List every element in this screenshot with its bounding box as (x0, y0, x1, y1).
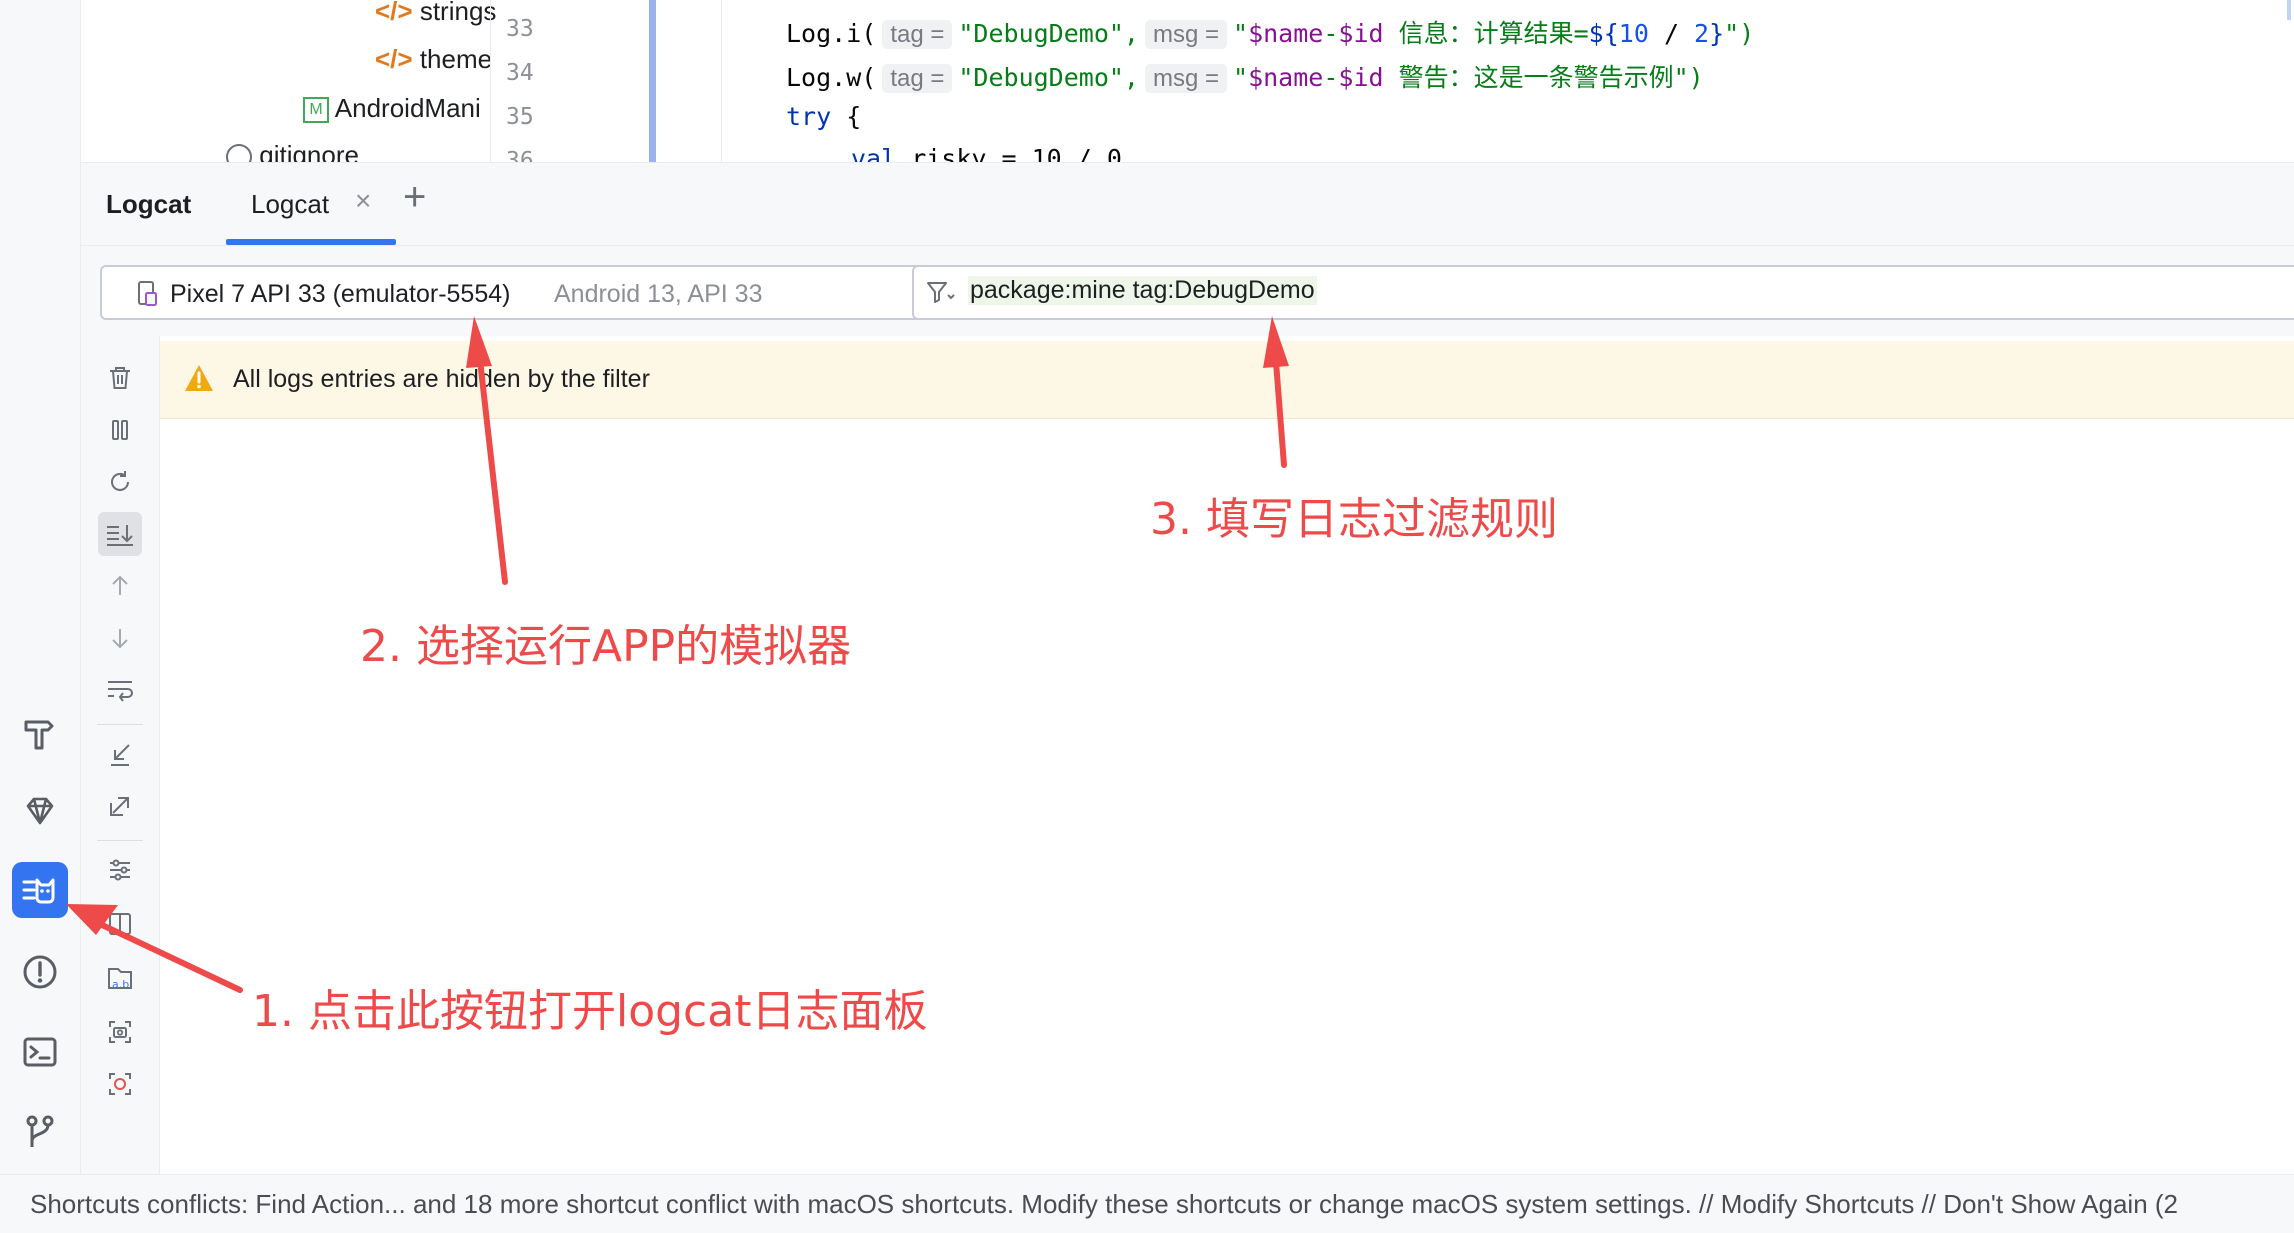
annotation-step1: 1. 点击此按钮打开logcat日志面板 (252, 986, 928, 1037)
arrow-step1 (66, 904, 243, 993)
arrow-step3 (1263, 316, 1289, 468)
annotation-step3: 3. 填写日志过滤规则 (1150, 494, 1558, 545)
annotation-step2: 2. 选择运行APP的模拟器 (360, 621, 852, 672)
status-message[interactable]: Shortcuts conflicts: Find Action... and … (30, 1189, 2178, 1220)
arrow-step2 (466, 316, 508, 585)
status-bar: Shortcuts conflicts: Find Action... and … (0, 1174, 2294, 1233)
